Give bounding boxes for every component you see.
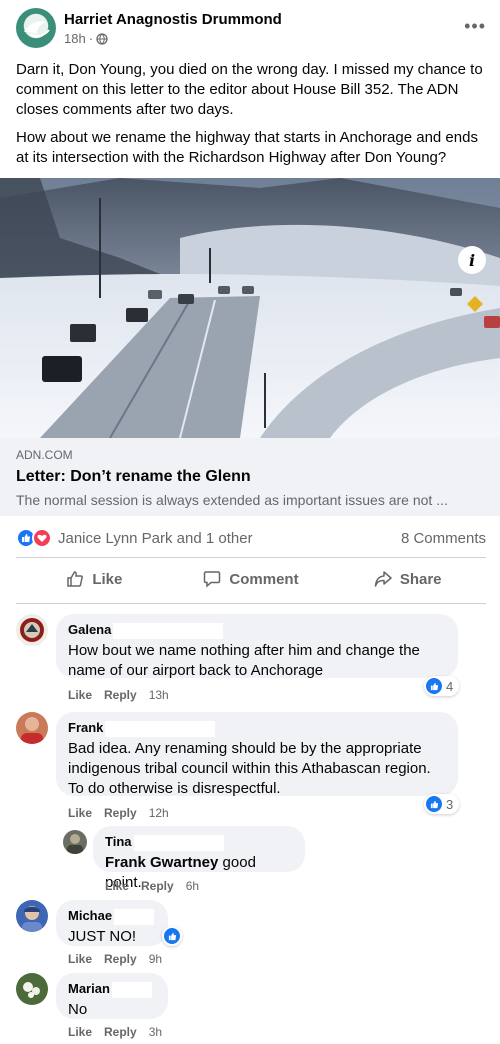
share-button[interactable]: Share xyxy=(329,560,486,598)
comment-reply-link[interactable]: Reply xyxy=(104,688,137,702)
comment-button[interactable]: Comment xyxy=(173,560,330,598)
reaction-names[interactable]: Janice Lynn Park and 1 other xyxy=(58,530,253,547)
link-title[interactable]: Letter: Don’t rename the Glenn xyxy=(16,468,484,486)
reactions-summary[interactable]: Janice Lynn Park and 1 other 8 Comments xyxy=(16,526,486,550)
comment-like-link[interactable]: Like xyxy=(68,1025,92,1039)
comment-bubble: Galena How bout we name nothing after hi… xyxy=(56,614,458,679)
comment-like-link[interactable]: Like xyxy=(68,806,92,820)
commenter-name[interactable]: Michae xyxy=(68,908,112,923)
comment-reaction-count[interactable]: 4 xyxy=(424,676,460,696)
love-reaction-icon xyxy=(32,528,52,548)
flower-avatar-icon xyxy=(16,973,48,1005)
comment-text: No xyxy=(68,1000,88,1018)
commenter-name[interactable]: Marian xyxy=(68,981,110,996)
post-time[interactable]: 18h xyxy=(64,31,86,46)
more-options-icon[interactable]: ••• xyxy=(464,16,486,37)
post-actions: Like Comment Share xyxy=(16,560,486,598)
commenter-avatar[interactable] xyxy=(16,900,48,932)
comment-time[interactable]: 9h xyxy=(149,952,162,966)
comment-reply-link[interactable]: Reply xyxy=(104,952,137,966)
like-reaction-icon xyxy=(426,796,442,812)
person-avatar-icon xyxy=(63,830,87,854)
mention-link[interactable]: Frank Gwartney xyxy=(105,854,218,871)
commenter-name[interactable]: Frank xyxy=(68,720,103,735)
comment-icon xyxy=(204,571,221,588)
comment-reaction-count[interactable]: 3 xyxy=(424,794,460,814)
badge-avatar-icon xyxy=(16,614,48,646)
author-avatar[interactable] xyxy=(16,8,56,48)
post-paragraph: Darn it, Don Young, you died on the wron… xyxy=(16,61,483,118)
comment-reply-link[interactable]: Reply xyxy=(141,879,174,893)
comment-meta: Like Reply 6h xyxy=(105,879,199,893)
like-reaction-icon xyxy=(164,928,180,944)
comment-like-link[interactable]: Like xyxy=(68,688,92,702)
comment-meta: Like Reply 13h xyxy=(68,688,169,702)
comment-time[interactable]: 6h xyxy=(186,879,199,893)
comment-time[interactable]: 3h xyxy=(149,1025,162,1039)
commenter-avatar[interactable] xyxy=(16,973,48,1005)
comment-bubble: Frank Bad idea. Any renaming should be b… xyxy=(56,712,458,797)
comment-time[interactable]: 13h xyxy=(149,688,169,702)
link-preview-card[interactable]: ADN.COM Letter: Don’t rename the Glenn T… xyxy=(0,438,500,516)
divider xyxy=(16,557,486,558)
comment-text: How bout we name nothing after him and c… xyxy=(68,641,420,679)
author-name[interactable]: Harriet Anagnostis Drummond xyxy=(64,11,282,28)
comment-like-link[interactable]: Like xyxy=(105,879,129,893)
comments-count[interactable]: 8 Comments xyxy=(401,530,486,547)
comment-reply-link[interactable]: Reply xyxy=(104,806,137,820)
like-button[interactable]: Like xyxy=(16,560,173,598)
comment-text: JUST NO! xyxy=(68,927,137,945)
thumbs-up-icon xyxy=(67,571,84,587)
comment-like-link[interactable]: Like xyxy=(68,952,92,966)
share-label: Share xyxy=(399,570,442,588)
divider xyxy=(16,603,486,604)
like-label: Like xyxy=(92,570,123,588)
dove-logo-icon xyxy=(24,21,50,38)
commenter-avatar[interactable] xyxy=(16,614,48,646)
comment-reaction-count[interactable] xyxy=(162,926,182,946)
commenter-name[interactable]: Galena xyxy=(68,622,111,637)
comment-bubble: Michae JUST NO! xyxy=(56,900,168,946)
post-header: Harriet Anagnostis Drummond 18h · ••• xyxy=(16,8,486,52)
link-domain: ADN.COM xyxy=(16,448,73,462)
post-paragraph: How about we rename the highway that sta… xyxy=(16,129,478,166)
person-avatar-icon xyxy=(16,900,48,932)
post-meta: 18h · xyxy=(64,31,108,46)
comment-bubble: Tina Frank Gwartney good point. xyxy=(93,826,305,891)
link-description: The normal session is always extended as… xyxy=(16,492,448,508)
comment-label: Comment xyxy=(229,570,299,588)
post-body: Darn it, Don Young, you died on the wron… xyxy=(16,60,486,176)
globe-icon xyxy=(96,32,108,45)
comment-text: Bad idea. Any renaming should be by the … xyxy=(68,739,431,797)
info-icon[interactable]: i xyxy=(458,246,486,274)
like-reaction-icon xyxy=(426,678,442,694)
commenter-avatar[interactable] xyxy=(63,830,87,854)
comment-time[interactable]: 12h xyxy=(149,806,169,820)
comment-meta: Like Reply 3h xyxy=(68,1025,162,1039)
person-avatar-icon xyxy=(16,712,48,744)
link-preview-image[interactable] xyxy=(0,178,500,438)
share-icon xyxy=(374,571,392,587)
commenter-avatar[interactable] xyxy=(16,712,48,744)
commenter-name[interactable]: Tina xyxy=(105,834,132,849)
snowy-highway-photo xyxy=(0,178,500,438)
comment-reply-link[interactable]: Reply xyxy=(104,1025,137,1039)
comment-bubble: Marian No xyxy=(56,973,168,1019)
comment-meta: Like Reply 12h xyxy=(68,806,169,820)
comment-meta: Like Reply 9h xyxy=(68,952,162,966)
